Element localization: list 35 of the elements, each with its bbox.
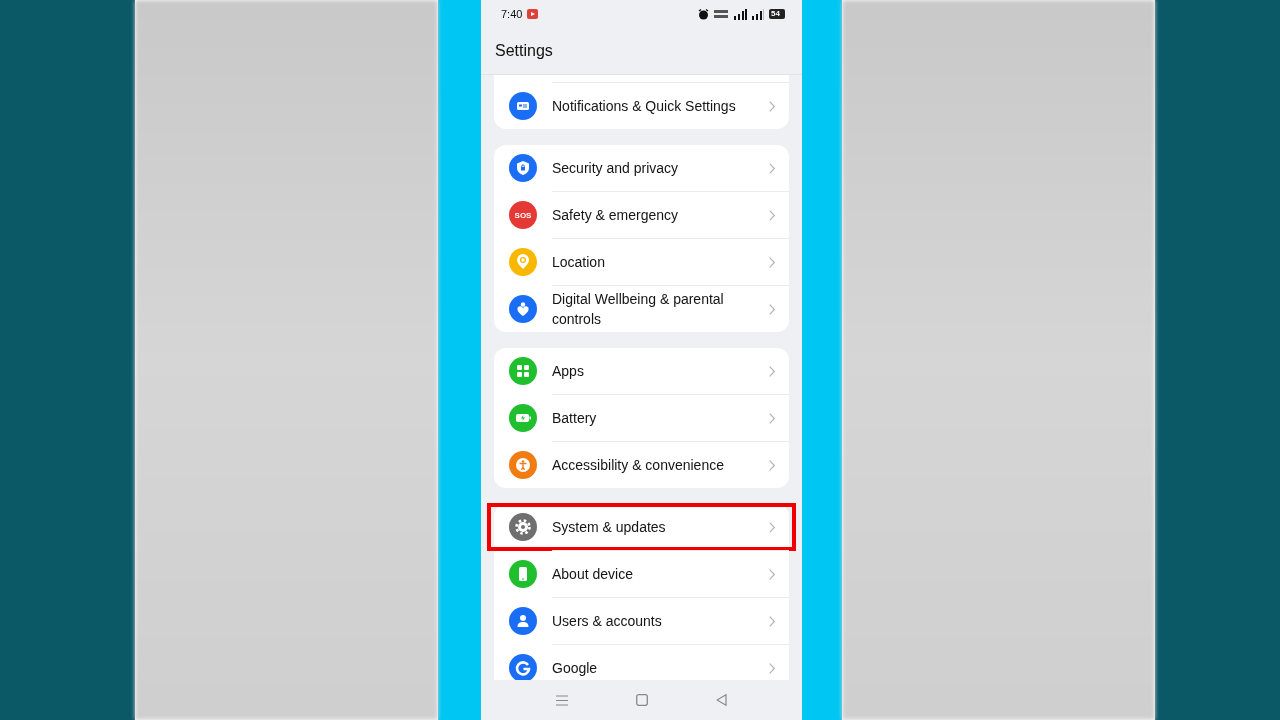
chevron-right-icon: [769, 100, 775, 112]
battery-indicator: 54: [769, 9, 785, 19]
chevron-right-icon: [769, 568, 775, 580]
chevron-right-icon: [769, 459, 775, 471]
page-title: Settings: [495, 42, 553, 60]
signal-icon: [752, 8, 765, 20]
chevron-right-icon: [769, 209, 775, 221]
clock-time: 7:40: [501, 8, 523, 20]
chevron-right-icon: [769, 521, 775, 533]
sos-icon: SOS: [509, 200, 537, 229]
settings-item[interactable]: Security and privacy: [494, 145, 789, 191]
settings-item[interactable]: Digital Wellbeing & parental controls: [494, 285, 789, 332]
home-icon[interactable]: [636, 694, 648, 706]
chevron-right-icon: [769, 615, 775, 627]
chevron-right-icon: [769, 303, 775, 315]
settings-item[interactable]: SOS Safety & emergency: [494, 191, 789, 238]
chevron-right-icon: [769, 162, 775, 174]
signal-icon: [733, 8, 748, 20]
settings-item[interactable]: About device: [494, 550, 789, 597]
back-icon[interactable]: [716, 694, 727, 706]
settings-item[interactable]: System & updates: [494, 504, 789, 550]
chevron-right-icon: [769, 365, 775, 377]
chevron-right-icon: [769, 412, 775, 424]
chevron-right-icon: [769, 662, 775, 674]
menu-icon[interactable]: [556, 694, 568, 706]
chevron-right-icon: [769, 256, 775, 268]
settings-item[interactable]: Accessibility & convenience: [494, 441, 789, 488]
alarm-icon: [698, 8, 710, 20]
settings-item[interactable]: Location: [494, 238, 789, 285]
video-icon: [527, 9, 539, 19]
settings-item[interactable]: Battery: [494, 394, 789, 441]
settings-item[interactable]: Notifications & Quick Settings: [494, 82, 789, 129]
settings-item[interactable]: Users & accounts: [494, 597, 789, 644]
settings-item[interactable]: Apps: [494, 348, 789, 394]
network-type-icon: [714, 9, 729, 19]
